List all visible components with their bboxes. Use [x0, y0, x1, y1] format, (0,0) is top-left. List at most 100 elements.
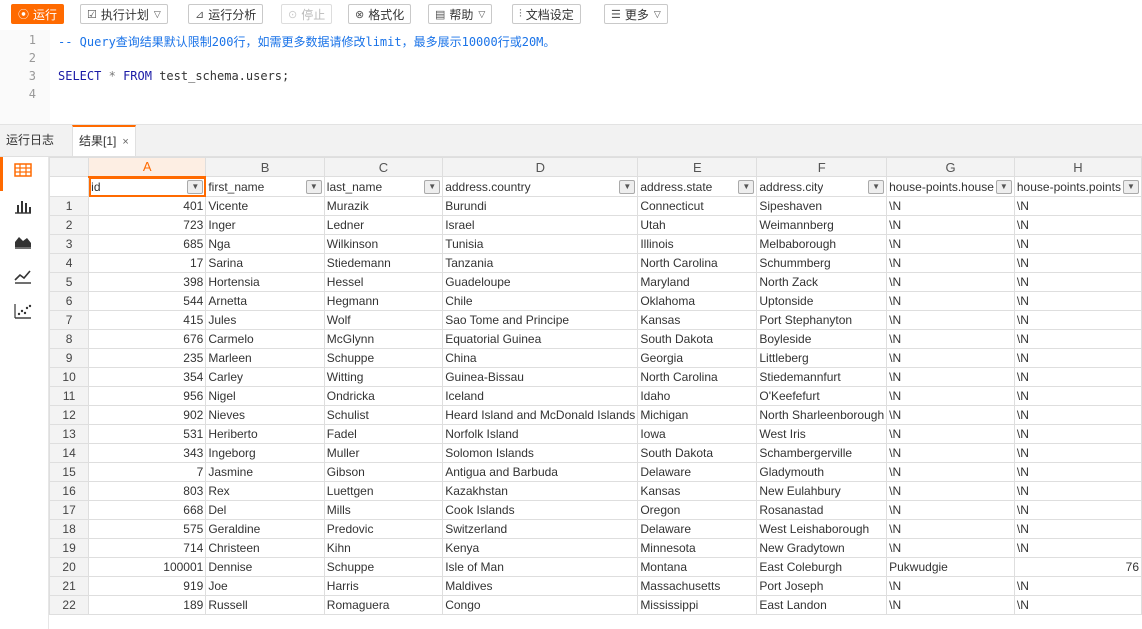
- cell-first-name[interactable]: Vicente: [205, 196, 325, 216]
- cell-id[interactable]: 189: [88, 595, 207, 615]
- cell-address-country[interactable]: Antigua and Barbuda: [442, 462, 639, 482]
- cell-first-name[interactable]: Rex: [205, 481, 325, 501]
- cell-address-city[interactable]: North Zack: [756, 272, 888, 292]
- cell-house-points-points[interactable]: \N: [1013, 329, 1142, 349]
- cell-house-points-points[interactable]: \N: [1013, 215, 1142, 235]
- cell-house-points-house[interactable]: \N: [886, 310, 1015, 330]
- cell-house-points-house[interactable]: \N: [886, 538, 1015, 558]
- cell-last-name[interactable]: Predovic: [323, 519, 444, 539]
- cell-last-name[interactable]: Gibson: [323, 462, 444, 482]
- cell-address-state[interactable]: South Dakota: [637, 443, 758, 463]
- table-row[interactable]: 6 544 Arnetta Hegmann Chile Oklahoma Uptonside…: [48, 291, 1142, 311]
- cell-id[interactable]: 956: [88, 386, 207, 406]
- cell-address-country[interactable]: Kazakhstan: [442, 481, 639, 501]
- cell-house-points-points[interactable]: 76: [1013, 557, 1142, 577]
- cell-id[interactable]: 575: [88, 519, 207, 539]
- cell-house-points-house[interactable]: \N: [886, 576, 1015, 596]
- filter-dropdown-icon[interactable]: ▼: [738, 179, 755, 194]
- cell-address-city[interactable]: Port Joseph: [756, 576, 888, 596]
- cell-house-points-points[interactable]: \N: [1013, 595, 1142, 615]
- cell-house-points-house[interactable]: \N: [886, 519, 1015, 539]
- cell-address-city[interactable]: Weimannberg: [756, 215, 888, 235]
- cell-address-country[interactable]: Iceland: [442, 386, 639, 406]
- cell-address-country[interactable]: Cook Islands: [442, 500, 639, 520]
- table-row[interactable]: 1 401 Vicente Murazik Burundi Connecticut Sipe…: [48, 196, 1142, 216]
- table-row[interactable]: 17 668 Del Mills Cook Islands Oregon Rosanasta…: [48, 500, 1142, 520]
- cell-house-points-house[interactable]: \N: [886, 481, 1015, 501]
- cell-last-name[interactable]: Ledner: [323, 215, 444, 235]
- cell-address-country[interactable]: Israel: [442, 215, 639, 235]
- cell-first-name[interactable]: Jasmine: [205, 462, 325, 482]
- filter-dropdown-icon[interactable]: ▼: [619, 179, 636, 194]
- cell-last-name[interactable]: Ondricka: [323, 386, 444, 406]
- cell-address-state[interactable]: Oregon: [637, 500, 758, 520]
- cell-house-points-house[interactable]: \N: [886, 215, 1015, 235]
- cell-last-name[interactable]: Murazik: [323, 196, 444, 216]
- cell-id[interactable]: 354: [88, 367, 207, 387]
- tab-run-log[interactable]: 运行日志: [0, 125, 60, 156]
- cell-id[interactable]: 803: [88, 481, 207, 501]
- cell-house-points-house[interactable]: \N: [886, 595, 1015, 615]
- sql-editor[interactable]: 1 2 3 4 -- Query查询结果默认限制200行，如需更多数据请修改li…: [0, 30, 1142, 124]
- field-header-first-name[interactable]: first_name ▼: [205, 176, 325, 197]
- cell-address-country[interactable]: Solomon Islands: [442, 443, 639, 463]
- cell-house-points-points[interactable]: \N: [1013, 424, 1142, 444]
- column-letter-g[interactable]: G: [886, 157, 1015, 177]
- cell-address-state[interactable]: Delaware: [637, 462, 758, 482]
- cell-id[interactable]: 685: [88, 234, 207, 254]
- cell-house-points-points[interactable]: \N: [1013, 538, 1142, 558]
- cell-last-name[interactable]: Muller: [323, 443, 444, 463]
- help-button[interactable]: ▤ 帮助 ▽: [428, 4, 493, 24]
- cell-address-country[interactable]: Tunisia: [442, 234, 639, 254]
- cell-house-points-house[interactable]: \N: [886, 462, 1015, 482]
- cell-address-country[interactable]: Isle of Man: [442, 557, 639, 577]
- cell-house-points-house[interactable]: \N: [886, 500, 1015, 520]
- scatter-chart-icon[interactable]: [14, 303, 36, 325]
- filter-dropdown-icon[interactable]: ▼: [868, 179, 885, 194]
- cell-address-country[interactable]: Guadeloupe: [442, 272, 639, 292]
- table-row[interactable]: 15 7 Jasmine Gibson Antigua and Barbuda Delaw…: [48, 462, 1142, 482]
- cell-address-state[interactable]: South Dakota: [637, 329, 758, 349]
- filter-dropdown-icon[interactable]: ▼: [305, 179, 322, 194]
- cell-address-state[interactable]: Michigan: [637, 405, 758, 425]
- field-header-house-points-house[interactable]: house-points.house ▼: [886, 176, 1015, 197]
- cell-address-city[interactable]: West Iris: [756, 424, 888, 444]
- cell-address-state[interactable]: North Carolina: [637, 367, 758, 387]
- cell-house-points-house[interactable]: \N: [886, 405, 1015, 425]
- cell-first-name[interactable]: Heriberto: [205, 424, 325, 444]
- cell-address-city[interactable]: West Leishaborough: [756, 519, 888, 539]
- bar-chart-icon[interactable]: [14, 198, 36, 220]
- filter-dropdown-icon[interactable]: ▼: [424, 179, 441, 194]
- table-row[interactable]: 9 235 Marleen Schuppe China Georgia Littleberg…: [48, 348, 1142, 368]
- cell-house-points-house[interactable]: \N: [886, 348, 1015, 368]
- table-row[interactable]: 19 714 Christeen Kihn Kenya Minnesota New Grad…: [48, 538, 1142, 558]
- format-button[interactable]: ⊗ 格式化: [348, 4, 412, 24]
- column-letter-d[interactable]: D: [442, 157, 639, 177]
- cell-house-points-points[interactable]: \N: [1013, 576, 1142, 596]
- cell-first-name[interactable]: Joe: [205, 576, 325, 596]
- cell-address-state[interactable]: Idaho: [637, 386, 758, 406]
- cell-address-city[interactable]: New Gradytown: [756, 538, 888, 558]
- cell-id[interactable]: 401: [88, 196, 207, 216]
- table-row[interactable]: 12 902 Nieves Schulist Heard Island and McDo…: [48, 405, 1142, 425]
- cell-address-state[interactable]: Utah: [637, 215, 758, 235]
- cell-address-country[interactable]: Chile: [442, 291, 639, 311]
- cell-first-name[interactable]: Russell: [205, 595, 325, 615]
- cell-address-city[interactable]: Melbaborough: [756, 234, 888, 254]
- cell-address-country[interactable]: Maldives: [442, 576, 639, 596]
- cell-id[interactable]: 398: [88, 272, 207, 292]
- cell-address-state[interactable]: Mississippi: [637, 595, 758, 615]
- cell-address-city[interactable]: Schummberg: [756, 253, 888, 273]
- cell-last-name[interactable]: Hegmann: [323, 291, 444, 311]
- cell-house-points-points[interactable]: \N: [1013, 310, 1142, 330]
- cell-first-name[interactable]: Carmelo: [205, 329, 325, 349]
- cell-address-country[interactable]: Norfolk Island: [442, 424, 639, 444]
- cell-address-country[interactable]: Sao Tome and Principe: [442, 310, 639, 330]
- column-letter-b[interactable]: B: [205, 157, 325, 177]
- cell-first-name[interactable]: Jules: [205, 310, 325, 330]
- cell-last-name[interactable]: Luettgen: [323, 481, 444, 501]
- column-letter-c[interactable]: C: [323, 157, 444, 177]
- cell-address-country[interactable]: Heard Island and McDonald Islands: [442, 405, 639, 425]
- cell-address-city[interactable]: Stiedemannfurt: [756, 367, 888, 387]
- field-header-last-name[interactable]: last_name ▼: [323, 176, 444, 197]
